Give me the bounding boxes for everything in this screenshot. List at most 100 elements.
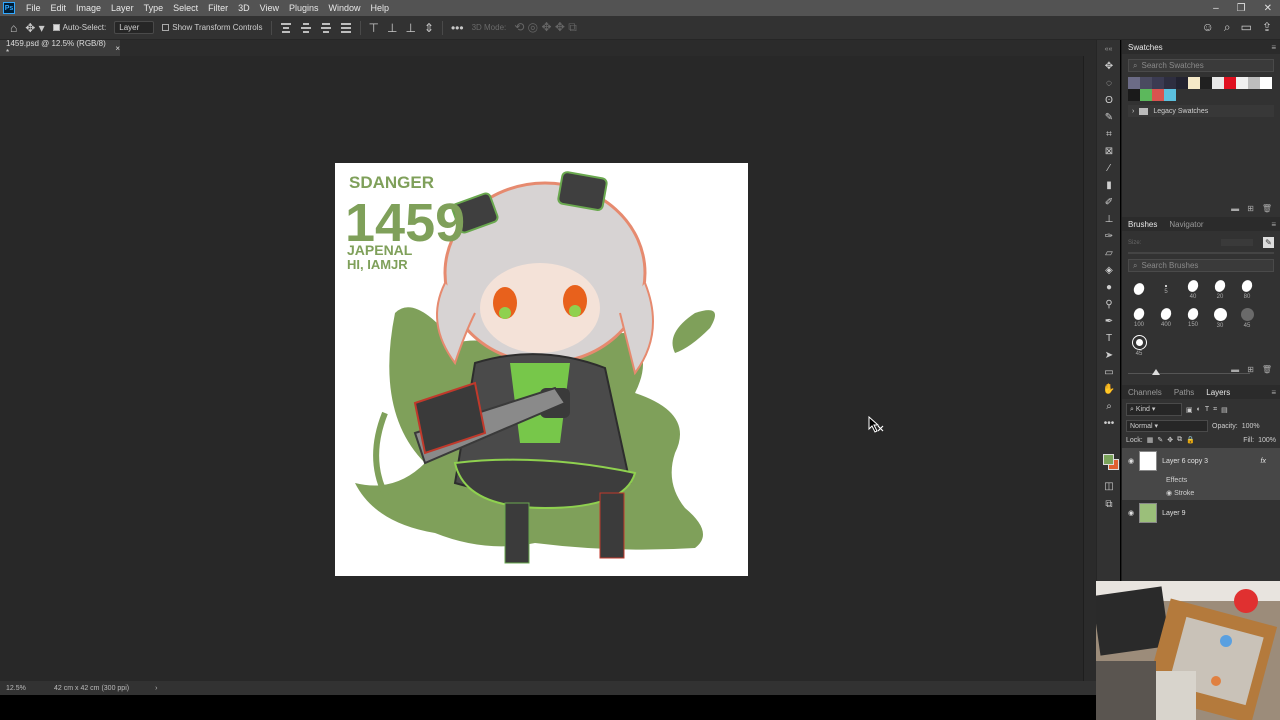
lock-artboard-icon[interactable]: ⧉ [1177,436,1182,444]
color-swatch[interactable] [1224,77,1236,89]
auto-select-target-dropdown[interactable]: Layer [114,21,155,34]
search-brushes-input[interactable]: ⌕ Search Brushes [1128,259,1274,272]
tab-channels[interactable]: Channels [1128,388,1162,397]
align-vertical-centers-icon[interactable]: ⊥ [387,21,397,35]
magic-wand-tool-icon[interactable]: ✎ [1097,109,1121,126]
color-swatch[interactable] [1188,77,1200,89]
lock-position-icon[interactable]: ✥ [1167,436,1173,444]
brush-preset[interactable]: 80 [1234,277,1260,303]
healing-brush-tool-icon[interactable]: ▮ [1097,177,1121,194]
delete-swatch-icon[interactable]: 🗑 [1262,204,1272,213]
layer-row[interactable]: ◉ Layer 9 [1122,500,1280,526]
eyedropper-tool-icon[interactable]: ⁄ [1097,160,1121,177]
layer-filter-kind-dropdown[interactable]: ⌕ Kind ▾ [1126,403,1182,416]
lock-transparent-icon[interactable]: ▦ [1147,436,1154,444]
visibility-eye-icon[interactable]: ◉ [1128,509,1134,517]
blend-mode-dropdown[interactable]: Normal ▾ [1126,420,1208,432]
brush-preset[interactable]: 5 [1153,277,1179,303]
search-swatches-input[interactable]: ⌕ Search Swatches [1128,59,1274,72]
type-tool-icon[interactable]: T [1097,330,1121,347]
align-top-edges-icon[interactable]: ⊤ [369,21,379,35]
align-bottom-edges-icon[interactable]: ⊥ [405,21,415,35]
color-swatch[interactable] [1248,77,1260,89]
eraser-tool-icon[interactable]: ▱ [1097,245,1121,262]
color-swatch[interactable] [1128,89,1140,101]
collapse-toolbar-icon[interactable]: «« [1097,40,1120,58]
blur-tool-icon[interactable]: ● [1097,279,1121,296]
color-swatch[interactable] [1164,77,1176,89]
workspace-icon[interactable]: ▭ [1241,20,1252,35]
brush-preset[interactable]: 400 [1153,305,1179,331]
effect-visibility-eye-icon[interactable]: ◉ [1166,490,1172,497]
color-swatch[interactable] [1128,77,1140,89]
layer-effects-fx-icon[interactable]: fx [1261,458,1266,465]
color-swatch[interactable] [1260,77,1272,89]
path-selection-tool-icon[interactable]: ➤ [1097,347,1121,364]
artwork-canvas[interactable]: SDANGER 1459 JAPENAL HI, IAMJR [335,163,748,576]
close-tab-icon[interactable]: × [115,44,120,53]
align-left-edges-icon[interactable] [280,22,292,33]
menu-edit[interactable]: Edit [46,0,72,16]
status-menu-icon[interactable]: › [155,685,157,692]
color-swatch[interactable] [1176,77,1188,89]
menu-view[interactable]: View [255,0,284,16]
pen-tool-icon[interactable]: ✒ [1097,313,1121,330]
color-swatch[interactable] [1200,77,1212,89]
chevron-right-icon[interactable]: › [1132,108,1134,115]
brush-size-field[interactable] [1221,239,1253,246]
opacity-value[interactable]: 100% [1242,423,1260,430]
brush-size-slider[interactable] [1128,252,1274,254]
distribute-vertical-icon[interactable]: ⇕ [424,21,434,35]
tab-navigator[interactable]: Navigator [1169,220,1203,229]
filter-type-icon[interactable]: T [1205,406,1209,413]
quick-mask-icon[interactable]: ◫ [1097,478,1121,495]
show-transform-controls-checkbox[interactable]: Show Transform Controls [162,23,263,32]
brush-preset[interactable] [1126,277,1152,303]
distribute-icon[interactable] [340,22,352,33]
lock-all-icon[interactable]: 🔒 [1186,436,1195,444]
frame-tool-icon[interactable]: ⊠ [1097,143,1121,160]
color-swatches[interactable] [1103,454,1119,470]
minimize-icon[interactable]: – [1213,3,1219,14]
close-icon[interactable]: ✕ [1264,3,1272,14]
filter-shape-icon[interactable]: ⌗ [1213,406,1217,414]
menu-image[interactable]: Image [71,0,106,16]
panel-menu-icon[interactable]: ≡ [1271,220,1276,229]
menu-select[interactable]: Select [168,0,203,16]
edit-toolbar-icon[interactable]: ••• [1097,415,1121,432]
brush-settings-icon[interactable]: ✎ [1263,237,1274,248]
brush-preset[interactable]: 30 [1207,305,1233,331]
lock-image-icon[interactable]: ✎ [1157,436,1163,444]
shape-tool-icon[interactable]: ▭ [1097,364,1121,381]
new-group-icon[interactable]: ▬ [1231,204,1239,213]
brush-preset[interactable]: 100 [1126,305,1152,331]
filter-smart-object-icon[interactable]: ▤ [1221,406,1228,414]
fill-value[interactable]: 100% [1258,437,1276,444]
layer-name[interactable]: Layer 6 copy 3 [1162,458,1208,465]
menu-filter[interactable]: Filter [203,0,233,16]
menu-layer[interactable]: Layer [106,0,139,16]
hand-tool-icon[interactable]: ✋ [1097,381,1121,398]
color-swatch[interactable] [1152,89,1164,101]
new-brush-icon[interactable]: ⊞ [1247,365,1254,374]
new-swatch-icon[interactable]: ⊞ [1247,204,1254,213]
brush-preset[interactable]: 45 [1234,305,1260,331]
menu-file[interactable]: File [21,0,46,16]
lasso-tool-icon[interactable]: ʘ [1097,92,1121,109]
menu-type[interactable]: Type [139,0,169,16]
menu-3d[interactable]: 3D [233,0,255,16]
color-swatch[interactable] [1164,89,1176,101]
new-brush-group-icon[interactable]: ▬ [1231,365,1239,374]
brush-preset[interactable]: 150 [1180,305,1206,331]
move-tool-preset-icon[interactable]: ✥ ▾ [25,21,44,35]
dodge-tool-icon[interactable]: ⚲ [1097,296,1121,313]
filter-adjustment-icon[interactable]: ◐ [1197,406,1201,413]
visibility-eye-icon[interactable]: ◉ [1128,457,1134,465]
marquee-tool-icon[interactable]: ◌ [1097,75,1121,92]
vertical-scrollbar[interactable] [1083,56,1096,681]
document-tab[interactable]: 1459.psd @ 12.5% (RGB/8) * × [0,39,120,57]
legacy-swatches-folder[interactable]: › Legacy Swatches [1128,105,1274,117]
brush-preset[interactable]: 20 [1207,277,1233,303]
more-options-icon[interactable]: ••• [451,21,464,35]
zoom-level[interactable]: 12.5% [0,685,38,692]
